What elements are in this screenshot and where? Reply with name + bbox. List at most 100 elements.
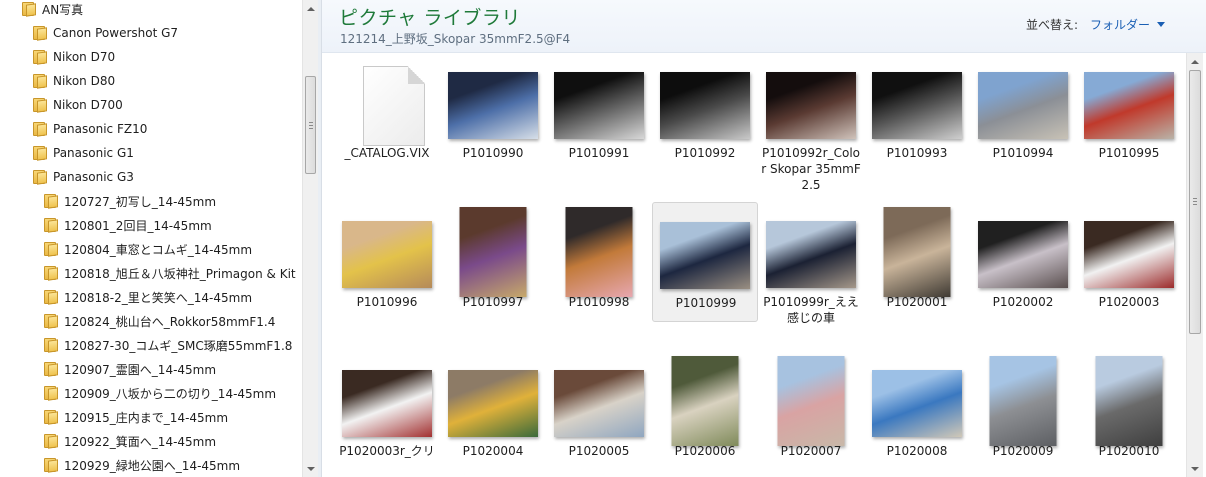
file-tile[interactable]: P1020007 bbox=[758, 351, 864, 471]
sort-dropdown[interactable]: フォルダー bbox=[1090, 16, 1166, 33]
grip-line bbox=[1193, 204, 1197, 205]
file-tile[interactable]: P1010996 bbox=[334, 202, 440, 322]
photo-thumbnail bbox=[989, 356, 1057, 446]
photo-thumbnail bbox=[448, 72, 538, 139]
tree-item[interactable]: 120804_車窓とコムギ_14-45mm bbox=[44, 238, 252, 260]
folder-icon bbox=[44, 194, 58, 209]
folder-icon bbox=[33, 98, 47, 113]
photo-thumbnail bbox=[872, 72, 962, 139]
tree-item[interactable]: Panasonic G1 bbox=[33, 142, 134, 164]
tree-item-label: 120909_八坂から二の切り_14-45mm bbox=[64, 386, 277, 401]
scroll-up-button[interactable] bbox=[1187, 53, 1203, 70]
folder-icon bbox=[33, 122, 47, 137]
file-tile[interactable]: P1020005 bbox=[546, 351, 652, 471]
photo-thumbnail bbox=[872, 370, 962, 437]
file-tile[interactable]: P1010992 bbox=[652, 53, 758, 173]
file-tile[interactable]: P1020009 bbox=[970, 351, 1076, 471]
file-name: _CATALOG.VIX bbox=[344, 146, 430, 160]
file-name: P1010992r_Color Skopar 35mmF2.5 bbox=[761, 146, 861, 192]
folder-icon bbox=[44, 290, 58, 305]
tree-item[interactable]: Nikon D700 bbox=[33, 94, 123, 116]
file-tile[interactable]: P1010999 bbox=[652, 202, 758, 322]
file-tile[interactable]: P1010995 bbox=[1076, 53, 1182, 173]
tree-item-label: 120727_初写し_14-45mm bbox=[64, 194, 217, 209]
file-name: P1020001 bbox=[886, 295, 948, 309]
file-grid: _CATALOG.VIX P1010990 P1010991 P1010992 P101… bbox=[322, 53, 1186, 477]
file-tile[interactable]: P1010999r_ええ感じの車 bbox=[758, 202, 864, 325]
tree-item[interactable]: AN写真 bbox=[22, 0, 83, 20]
file-tile[interactable]: P1010993 bbox=[864, 53, 970, 173]
file-tile[interactable]: P1020008 bbox=[864, 351, 970, 471]
photo-thumbnail bbox=[978, 221, 1068, 288]
photo-thumbnail bbox=[660, 72, 750, 139]
file-tile[interactable]: P1010997 bbox=[440, 202, 546, 322]
sort-label: 並べ替え: bbox=[1026, 18, 1079, 32]
tree-item-label: Panasonic FZ10 bbox=[53, 122, 148, 136]
photo-thumbnail bbox=[978, 72, 1068, 139]
tree-item[interactable]: 120818-2_里と笑笑へ_14-45mm bbox=[44, 286, 252, 308]
tree-item[interactable]: 120727_初写し_14-45mm bbox=[44, 190, 216, 212]
file-tile[interactable]: P1020003r_クリ bbox=[334, 351, 440, 471]
file-name: P1020004 bbox=[462, 444, 524, 458]
file-tile[interactable]: P1020010 bbox=[1076, 351, 1182, 471]
file-name: P1020009 bbox=[992, 444, 1054, 458]
tree-item[interactable]: Panasonic G3 bbox=[33, 166, 134, 188]
photo-thumbnail bbox=[777, 356, 845, 446]
tree-item[interactable]: Nikon D70 bbox=[33, 46, 115, 68]
photo-thumbnail bbox=[766, 221, 856, 288]
photo-thumbnail bbox=[883, 207, 951, 297]
file-tile[interactable]: P1020001 bbox=[864, 202, 970, 322]
folder-icon bbox=[44, 338, 58, 353]
tree-item[interactable]: 120922_箕面へ_14-45mm bbox=[44, 430, 216, 452]
tree-item[interactable]: 120824_桃山台へ_Rokkor58mmF1.4 bbox=[44, 310, 275, 332]
file-tile[interactable]: P1020006 bbox=[652, 351, 758, 471]
file-name: P1020006 bbox=[674, 444, 736, 458]
scrollbar-thumb[interactable] bbox=[1189, 70, 1201, 334]
folder-icon bbox=[44, 314, 58, 329]
tree-item[interactable]: Canon Powershot G7 bbox=[33, 22, 178, 44]
folder-icon bbox=[33, 74, 47, 89]
tree-item[interactable]: 120915_庄内まで_14-45mm bbox=[44, 406, 228, 428]
tree-item[interactable]: 120907_霊園へ_14-45mm bbox=[44, 358, 216, 380]
nav-scrollbar[interactable] bbox=[302, 0, 318, 477]
tree-item-label: Panasonic G3 bbox=[53, 170, 134, 184]
content-scrollbar[interactable] bbox=[1186, 53, 1203, 477]
tree-item[interactable]: 120818_旭丘＆八坂神社_Primagon & Kit bbox=[44, 262, 296, 284]
scrollbar-thumb[interactable] bbox=[305, 76, 316, 174]
file-name: P1010991 bbox=[568, 146, 630, 160]
file-tile[interactable]: P1020002 bbox=[970, 202, 1076, 322]
file-name: P1010990 bbox=[462, 146, 524, 160]
tree-item-label: 120818-2_里と笑笑へ_14-45mm bbox=[64, 290, 253, 305]
scroll-down-button[interactable] bbox=[1187, 460, 1203, 477]
file-tile[interactable]: P1020004 bbox=[440, 351, 546, 471]
scroll-down-button[interactable] bbox=[303, 460, 318, 477]
file-tile[interactable]: _CATALOG.VIX bbox=[334, 53, 440, 173]
library-title: ピクチャ ライブラリ bbox=[339, 7, 521, 29]
photo-thumbnail bbox=[448, 370, 538, 437]
folder-icon bbox=[44, 386, 58, 401]
file-name: P1020003 bbox=[1098, 295, 1160, 309]
file-name: P1010993 bbox=[886, 146, 948, 160]
file-tile[interactable]: P1010990 bbox=[440, 53, 546, 173]
library-header: ピクチャ ライブラリ 121214_上野坂_Skopar 35mmF2.5@F4… bbox=[322, 0, 1206, 53]
file-tile[interactable]: P1010998 bbox=[546, 202, 652, 322]
tree-item-label: Canon Powershot G7 bbox=[53, 26, 179, 40]
tree-item[interactable]: 120929_緑地公園へ_14-45mm bbox=[44, 454, 240, 476]
tree-item[interactable]: 120909_八坂から二の切り_14-45mm bbox=[44, 382, 276, 404]
arrow-up-icon bbox=[1191, 59, 1199, 64]
tree-item[interactable]: 120801_2回目_14-45mm bbox=[44, 214, 212, 236]
tree-item[interactable]: Panasonic FZ10 bbox=[33, 118, 147, 140]
file-tile[interactable]: P1010992r_Color Skopar 35mmF2.5 bbox=[758, 53, 864, 192]
file-tile[interactable]: P1010991 bbox=[546, 53, 652, 173]
file-tile[interactable]: P1020003 bbox=[1076, 202, 1182, 322]
photo-thumbnail bbox=[554, 72, 644, 139]
grip-line bbox=[309, 122, 313, 123]
scroll-up-button[interactable] bbox=[303, 0, 318, 17]
photo-thumbnail bbox=[554, 370, 644, 437]
tree-item-label: AN写真 bbox=[42, 2, 84, 17]
photo-thumbnail bbox=[342, 370, 432, 437]
folder-icon bbox=[22, 2, 36, 17]
file-tile[interactable]: P1010994 bbox=[970, 53, 1076, 173]
tree-item[interactable]: 120827-30_コムギ_SMC琢磨55mmF1.8 bbox=[44, 334, 292, 356]
tree-item[interactable]: Nikon D80 bbox=[33, 70, 115, 92]
